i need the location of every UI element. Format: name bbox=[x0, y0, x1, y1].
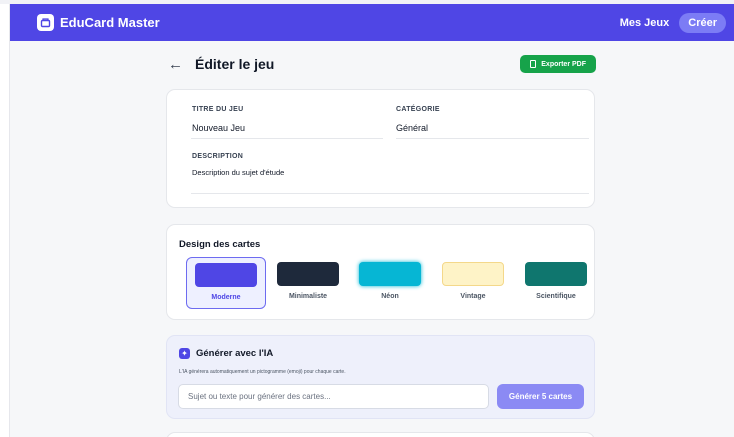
title-underline bbox=[191, 138, 383, 139]
ai-generate-section: ✦ Générer avec l'IA L'IA générera automa… bbox=[166, 335, 595, 419]
main-content: ← Éditer le jeu Exporter PDF TITRE DU JE… bbox=[10, 41, 734, 437]
nav-actions: Mes Jeux Créer bbox=[620, 12, 726, 33]
card-design-section: Design des cartes Moderne Minimaliste Né… bbox=[166, 224, 595, 320]
page-header: ← Éditer le jeu Exporter PDF bbox=[168, 53, 596, 75]
design-option-minimaliste[interactable]: Minimaliste bbox=[268, 257, 348, 309]
ai-topic-input[interactable] bbox=[178, 384, 489, 409]
app-name: EduCard Master bbox=[60, 15, 160, 30]
title-field[interactable]: Nouveau Jeu bbox=[192, 123, 245, 133]
design-label: Néon bbox=[381, 293, 399, 300]
title-label: TITRE DU JEU bbox=[192, 106, 244, 113]
sparkle-icon: ✦ bbox=[179, 348, 190, 359]
document-icon bbox=[530, 60, 537, 68]
category-field[interactable]: Général bbox=[396, 123, 428, 133]
design-option-vintage[interactable]: Vintage bbox=[433, 257, 513, 309]
description-underline bbox=[191, 193, 589, 194]
nav-link-my-games[interactable]: Mes Jeux bbox=[620, 17, 670, 29]
card-stack-icon bbox=[37, 14, 54, 31]
export-pdf-label: Exporter PDF bbox=[541, 60, 586, 68]
design-option-neon[interactable]: Néon bbox=[350, 257, 430, 309]
design-option-moderne[interactable]: Moderne bbox=[186, 257, 266, 309]
game-info-card: TITRE DU JEU Nouveau Jeu CATÉGORIE Génér… bbox=[166, 89, 595, 208]
top-navbar: EduCard Master Mes Jeux Créer bbox=[10, 4, 734, 41]
description-label: DESCRIPTION bbox=[192, 153, 244, 160]
swatch bbox=[195, 263, 257, 287]
design-label: Scientifique bbox=[536, 293, 576, 300]
category-label: CATÉGORIE bbox=[396, 106, 440, 113]
swatch bbox=[277, 262, 339, 286]
swatch bbox=[442, 262, 504, 286]
description-field[interactable]: Description du sujet d'étude bbox=[192, 168, 284, 177]
arrow-left-icon[interactable]: ← bbox=[168, 57, 183, 72]
ai-header: ✦ Générer avec l'IA bbox=[179, 348, 273, 359]
page-title: Éditer le jeu bbox=[195, 56, 275, 72]
next-card-section bbox=[166, 432, 595, 437]
create-button[interactable]: Créer bbox=[679, 12, 726, 33]
export-pdf-button[interactable]: Exporter PDF bbox=[520, 55, 596, 73]
design-label: Vintage bbox=[460, 293, 486, 300]
design-label: Moderne bbox=[211, 294, 241, 301]
ai-title: Générer avec l'IA bbox=[196, 348, 274, 359]
design-label: Minimaliste bbox=[288, 293, 328, 300]
section-title: Design des cartes bbox=[179, 239, 261, 250]
swatch bbox=[525, 262, 587, 286]
brand[interactable]: EduCard Master bbox=[37, 14, 160, 31]
ai-description: L'IA générera automatiquement un pictogr… bbox=[179, 369, 346, 375]
design-option-scientifique[interactable]: Scientifique bbox=[516, 257, 596, 309]
left-rail bbox=[0, 4, 10, 437]
swatch bbox=[359, 262, 421, 286]
header-left: ← Éditer le jeu bbox=[168, 56, 274, 72]
category-underline bbox=[396, 138, 589, 139]
generate-cards-button[interactable]: Générer 5 cartes bbox=[497, 384, 584, 409]
